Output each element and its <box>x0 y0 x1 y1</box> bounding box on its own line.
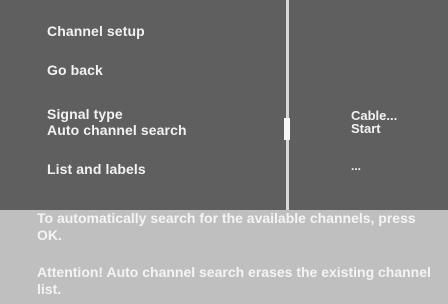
tv-setup-screen: Channel setup Go back Signal type Auto c… <box>0 0 448 304</box>
auto-channel-search-value[interactable]: Start <box>351 122 381 135</box>
menu-panel: Channel setup Go back Signal type Auto c… <box>0 0 448 210</box>
menu-item-signal-type[interactable]: Signal type <box>47 107 123 121</box>
info-panel: To automatically search for the availabl… <box>0 210 448 304</box>
menu-list: Channel setup Go back Signal type Auto c… <box>0 0 286 210</box>
menu-item-auto-channel-search[interactable]: Auto channel search <box>47 123 187 137</box>
info-text-warning: Attention! Auto channel search erases th… <box>37 264 431 297</box>
menu-item-go-back[interactable]: Go back <box>47 63 103 77</box>
info-text-instructions: To automatically search for the availabl… <box>37 210 416 243</box>
menu-values: Cable... Start ... <box>289 0 448 210</box>
menu-item-list-and-labels[interactable]: List and labels <box>47 162 146 176</box>
menu-item-channel-setup[interactable]: Channel setup <box>47 24 145 38</box>
list-and-labels-value[interactable]: ... <box>351 160 361 173</box>
